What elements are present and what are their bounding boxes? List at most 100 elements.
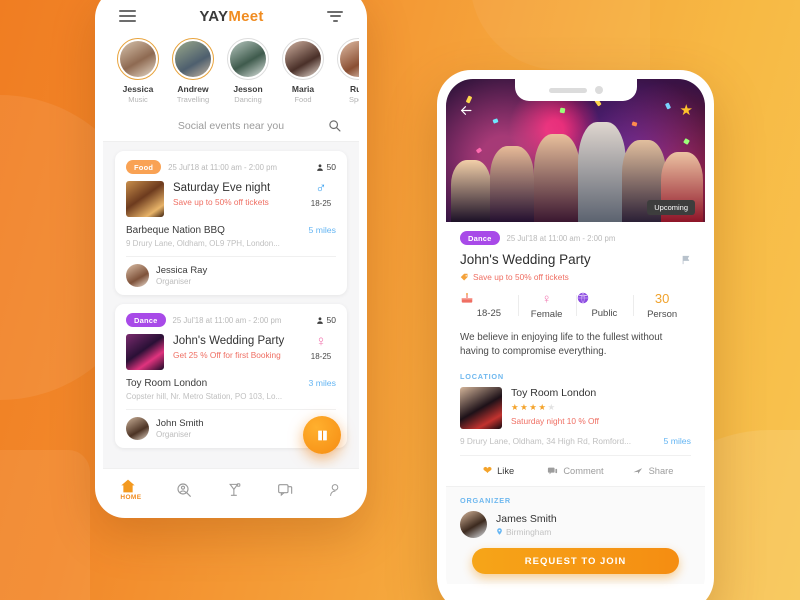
social-actions[interactable]: ❤ Like Comment Share <box>460 455 691 486</box>
person-icon <box>316 163 323 171</box>
story-item[interactable]: Maria Food <box>281 38 325 104</box>
back-arrow-icon[interactable] <box>459 104 473 117</box>
attendee-number: 50 <box>326 315 336 325</box>
map-pin-icon <box>496 527 503 536</box>
location-row[interactable]: Toy Room London ★★★★★ Saturday night 10 … <box>460 387 691 430</box>
hamburger-icon[interactable] <box>119 10 136 22</box>
detail-scroll-area[interactable]: Dance 25 Jul'18 at 11:00 am - 2:00 pm Jo… <box>446 222 705 600</box>
card-divider <box>126 409 336 410</box>
filter-icon[interactable] <box>327 10 343 22</box>
card-main: Saturday Eve night Save up to 50% off ti… <box>126 181 336 217</box>
venue-address: 9 Drury Lane, Oldham, OL9 7PH, London... <box>126 239 280 248</box>
story-item[interactable]: Jesson Dancing <box>226 38 270 104</box>
organizer-section: ORGANIZER James Smith Birmingham REQUEST… <box>446 486 705 585</box>
detail-header: Dance 25 Jul'18 at 11:00 am - 2:00 pm <box>460 231 691 245</box>
card-text-block: Saturday Eve night Save up to 50% off ti… <box>173 181 297 207</box>
nav-item-events[interactable] <box>227 482 242 498</box>
location-name: Toy Room London <box>511 387 597 400</box>
organiser-role: Organiser <box>156 277 192 286</box>
stat-capacity-value: Person <box>647 309 678 320</box>
stat-gender-value: Female <box>530 309 563 320</box>
bottom-navigation[interactable]: HOME <box>103 468 359 510</box>
like-button[interactable]: ❤ Like <box>460 464 537 477</box>
tag-icon <box>460 273 469 282</box>
nav-item-explore[interactable] <box>176 482 192 498</box>
event-promo: Get 25 % Off for first Booking <box>173 350 281 360</box>
avatar <box>126 417 149 440</box>
organizer-section-label: ORGANIZER <box>460 496 511 506</box>
card-header: Food 25 Jul'18 at 11:00 am - 2:00 pm 50 <box>126 160 336 174</box>
location-section-label: LOCATION <box>460 372 504 382</box>
comment-button[interactable]: Comment <box>537 464 614 477</box>
detail-title-row: John's Wedding Party <box>460 252 691 267</box>
stat-gender: ♀ Female <box>517 291 576 320</box>
nav-item-chat[interactable] <box>277 482 293 498</box>
event-title: Saturday Eve night <box>173 182 271 194</box>
category-badge: Food <box>126 160 162 174</box>
status-badge: Upcoming <box>647 200 695 215</box>
avatar <box>230 41 266 77</box>
story-ring <box>282 38 324 80</box>
organizer-name: James Smith <box>496 512 557 525</box>
story-ring <box>227 38 269 80</box>
event-thumbnail <box>126 334 164 370</box>
attendee-count: 50 <box>316 162 336 172</box>
book-icon <box>317 430 327 440</box>
event-title: John's Wedding Party <box>173 335 285 347</box>
page-title: John's Wedding Party <box>460 252 591 267</box>
share-button[interactable]: Share <box>614 464 691 477</box>
search-bar[interactable]: Social events near you <box>103 110 359 142</box>
detail-promo: Save up to 50% off tickets <box>460 272 691 282</box>
female-symbol-icon: ♀ <box>315 333 327 350</box>
venue-name: Toy Room London <box>126 378 208 389</box>
story-name: Andrew <box>177 84 209 94</box>
stat-visibility: Public <box>575 291 634 320</box>
app-logo: YAYMeet <box>199 8 263 25</box>
event-promo: Save up to 50% off tickets <box>173 197 269 207</box>
organizer-row[interactable]: James Smith Birmingham <box>460 511 691 539</box>
venue-name: Barbeque Nation BBQ <box>126 225 225 236</box>
story-name: Maria <box>291 84 315 94</box>
story-name: Jesson <box>233 84 263 94</box>
organiser-name: John Smith <box>156 418 204 429</box>
stat-age-value: 18-25 <box>476 308 502 319</box>
avatar <box>175 41 211 77</box>
venue-row: Barbeque Nation BBQ 5 miles <box>126 225 336 236</box>
venue-row: Toy Room London 3 miles <box>126 378 336 389</box>
story-item[interactable]: Rus Sport <box>336 38 359 104</box>
event-thumbnail <box>126 181 164 217</box>
event-stats-row: 18-25 ♀ Female Public 30 Person <box>460 291 691 320</box>
stat-visibility-value: Public <box>591 308 618 319</box>
nav-item-home[interactable]: HOME <box>120 479 141 501</box>
story-ring <box>117 38 159 80</box>
category-badge: Dance <box>460 231 500 245</box>
organizer-city: Birmingham <box>506 526 552 537</box>
flag-icon[interactable] <box>681 254 691 266</box>
story-item[interactable]: Jessica Music <box>116 38 160 104</box>
event-card[interactable]: Food 25 Jul'18 at 11:00 am - 2:00 pm 50 … <box>115 151 347 295</box>
stat-capacity-number: 30 <box>654 291 670 306</box>
nav-label-home: HOME <box>120 493 142 501</box>
stat-age: 18-25 <box>460 291 518 320</box>
home-icon <box>121 479 136 492</box>
category-badge: Dance <box>126 313 166 327</box>
story-item[interactable]: Andrew Travelling <box>171 38 215 104</box>
organiser-row[interactable]: Jessica Ray Organiser <box>126 264 336 287</box>
left-content-body: Social events near you Food 25 Jul'18 at… <box>103 110 359 468</box>
avatar <box>340 41 359 77</box>
search-icon[interactable] <box>328 119 341 132</box>
create-event-fab[interactable] <box>303 416 341 454</box>
location-thumbnail <box>460 387 502 430</box>
request-to-join-button[interactable]: REQUEST TO JOIN <box>472 548 679 575</box>
location-distance: 5 miles <box>663 436 691 447</box>
attendee-count: 50 <box>316 315 336 325</box>
distance-label: 5 miles <box>308 225 336 235</box>
star-icon[interactable]: ★ <box>680 101 693 119</box>
story-tag: Travelling <box>176 95 210 104</box>
globe-icon <box>576 291 634 305</box>
male-symbol-icon: ♂ <box>315 180 327 197</box>
stories-strip[interactable]: Jessica Music Andrew Travelling Jesson D… <box>103 36 359 110</box>
heart-icon: ❤ <box>482 465 493 478</box>
nav-item-profile[interactable] <box>328 482 342 498</box>
event-date: 25 Jul'18 at 11:00 am - 2:00 pm <box>172 315 282 325</box>
